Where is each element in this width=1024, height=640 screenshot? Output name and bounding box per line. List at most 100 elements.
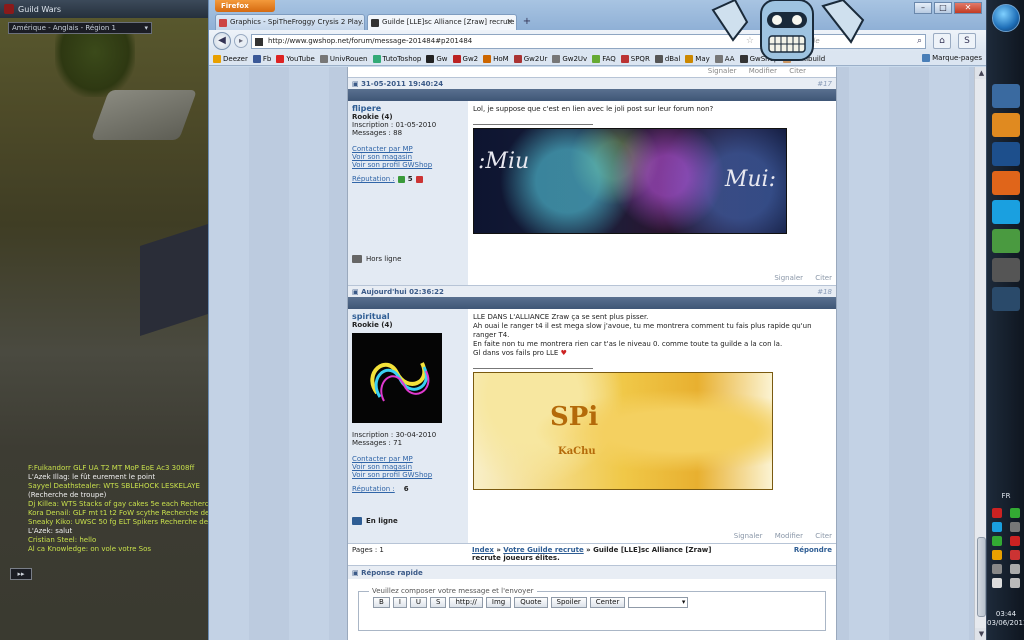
language-indicator[interactable]: FR	[987, 492, 1024, 500]
report-link[interactable]: Signaler	[734, 532, 763, 540]
bookmark-item[interactable]: GwShop	[739, 54, 778, 63]
tray-app-icon[interactable]	[1010, 522, 1020, 532]
tray-skype-icon[interactable]	[992, 522, 1002, 532]
author-name[interactable]: spiritual	[352, 313, 464, 321]
bookmark-item[interactable]: AA	[714, 54, 735, 63]
close-window-button[interactable]: ✕	[954, 2, 982, 14]
firefox-icon[interactable]	[992, 171, 1020, 195]
url-bar[interactable]: http://www.gwshop.net/forum/message-2014…	[251, 33, 771, 49]
contact-pm-link[interactable]: Contacter par MP	[352, 145, 464, 153]
bookmark-item[interactable]: YouTube	[276, 54, 315, 63]
bbcode-button[interactable]: Quote	[514, 597, 548, 608]
quote-link[interactable]: Citer	[815, 274, 832, 282]
region-dropdown[interactable]: Amérique - Anglais - Région 1 ▾	[8, 22, 152, 34]
bbcode-button[interactable]: Img	[485, 597, 512, 608]
bbcode-button[interactable]: U	[409, 597, 428, 608]
minimize-button[interactable]: –	[914, 2, 932, 14]
back-button[interactable]: ◀	[213, 32, 231, 50]
post-number[interactable]: #17	[817, 80, 832, 88]
reply-link[interactable]: Répondre	[794, 546, 832, 554]
tray-alert-icon[interactable]	[1010, 550, 1020, 560]
contact-pm-link[interactable]: Contacter par MP	[352, 455, 464, 463]
bbcode-button[interactable]: I	[392, 597, 407, 608]
home-button[interactable]: ⌂	[933, 33, 951, 49]
search-icon[interactable]: ⌕	[917, 36, 922, 46]
browser-window[interactable]: Firefox Graphics - SpiTheFroggy Crysis 2…	[208, 0, 986, 640]
bbcode-button[interactable]: Center	[589, 597, 626, 608]
scroll-down-icon[interactable]: ▼	[975, 628, 986, 640]
game-window[interactable]: Guild Wars Amérique - Anglais - Région 1…	[0, 0, 208, 640]
photoshop-icon[interactable]	[992, 142, 1020, 166]
firefox-menu-button[interactable]: Firefox	[215, 0, 275, 12]
start-button[interactable]	[992, 4, 1020, 32]
bookmark-item[interactable]: TutoToshop	[372, 54, 421, 63]
windows-media-icon[interactable]	[992, 84, 1020, 108]
guild-wars-icon[interactable]	[992, 258, 1020, 282]
quote-link[interactable]: Citer	[789, 67, 806, 75]
media-player-icon[interactable]	[992, 113, 1020, 137]
tray-volume-icon[interactable]	[992, 578, 1002, 588]
tray-signal-icon[interactable]	[1010, 578, 1020, 588]
tray-media-icon[interactable]	[992, 550, 1002, 560]
tray-adobe-icon[interactable]	[992, 508, 1002, 518]
bookmarks-menu[interactable]: Marque-pages	[919, 54, 982, 62]
new-tab-button[interactable]: +	[521, 16, 533, 28]
search-input[interactable]: G Google ⌕	[780, 33, 926, 49]
post-number[interactable]: #18	[817, 288, 832, 296]
bookmark-item[interactable]: May	[685, 54, 710, 63]
scroll-up-icon[interactable]: ▲	[975, 67, 986, 79]
bookmark-item[interactable]: Wikibuild	[783, 54, 825, 63]
breadcrumb-section[interactable]: Votre Guilde recrute	[503, 546, 583, 554]
bookmark-item[interactable]: Gw2Uv	[552, 54, 587, 63]
bbcode-button[interactable]: Spoiler	[550, 597, 587, 608]
bookmark-item[interactable]: FAQ	[592, 54, 616, 63]
reputation-label[interactable]: Réputation :	[352, 175, 395, 183]
view-shop-link[interactable]: Voir son magasin	[352, 153, 464, 161]
tray-update-icon[interactable]	[1010, 508, 1020, 518]
system-clock[interactable]: 03:44 03/06/2011	[987, 610, 1024, 628]
tab-guilde[interactable]: Guilde [LLE]sc Alliance [Zraw] recrute .…	[367, 14, 517, 30]
teamspeak-icon[interactable]	[992, 287, 1020, 311]
bookmark-star-icon[interactable]: ☆	[746, 36, 754, 46]
scrollbar-thumb[interactable]	[977, 537, 986, 617]
view-profile-link[interactable]: Voir son profil GWShop	[352, 471, 464, 479]
edit-link[interactable]: Modifier	[749, 67, 777, 75]
tray-security-icon[interactable]	[992, 536, 1002, 546]
report-link[interactable]: Signaler	[708, 67, 737, 75]
view-profile-link[interactable]: Voir son profil GWShop	[352, 161, 464, 169]
chat-toggle-button[interactable]: ▸▸	[10, 568, 32, 580]
minus-icon[interactable]	[415, 175, 423, 183]
bbcode-color-select[interactable]	[628, 597, 689, 608]
skype-icon[interactable]	[992, 200, 1020, 224]
quote-link[interactable]: Citer	[815, 532, 832, 540]
bookmark-item[interactable]: HoM	[483, 54, 509, 63]
bbcode-button[interactable]: B	[373, 597, 390, 608]
skype-toolbar-button[interactable]: S	[958, 33, 976, 49]
reload-icon[interactable]: ↻	[759, 36, 767, 46]
breadcrumb-index[interactable]: Index	[472, 546, 494, 554]
game-titlebar[interactable]: Guild Wars	[0, 0, 208, 18]
page-viewport[interactable]: Signaler Modifier Citer ▣ 31-05-2011 19:…	[209, 67, 986, 640]
maximize-button[interactable]: □	[934, 2, 952, 14]
tab-graphics[interactable]: Graphics - SpiTheFroggy Crysis 2 Play...	[215, 14, 365, 30]
tray-network-icon[interactable]	[1010, 564, 1020, 574]
bookmark-item[interactable]: Gw2Ur	[513, 54, 547, 63]
author-name[interactable]: flipere	[352, 105, 464, 113]
bookmark-item[interactable]: Gw2	[452, 54, 478, 63]
report-link[interactable]: Signaler	[774, 274, 803, 282]
bookmark-item[interactable]: UnivRouen	[319, 54, 368, 63]
view-shop-link[interactable]: Voir son magasin	[352, 463, 464, 471]
forward-button[interactable]: ▸	[234, 34, 248, 48]
tray-flag-icon[interactable]	[992, 564, 1002, 574]
bookmark-item[interactable]: dBal	[654, 54, 680, 63]
tray-antivirus-icon[interactable]	[1010, 536, 1020, 546]
plus-icon[interactable]	[397, 175, 405, 183]
bookmark-item[interactable]: Deezer	[213, 54, 248, 63]
bookmark-item[interactable]: Fb	[252, 54, 271, 63]
reputation-label[interactable]: Réputation :	[352, 485, 395, 493]
network-icon[interactable]	[992, 229, 1020, 253]
bookmark-item[interactable]: Gw	[426, 54, 448, 63]
bookmark-item[interactable]: SPQR	[620, 54, 650, 63]
bbcode-button[interactable]: S	[430, 597, 447, 608]
page-scrollbar[interactable]: ▲ ▼	[974, 67, 986, 640]
